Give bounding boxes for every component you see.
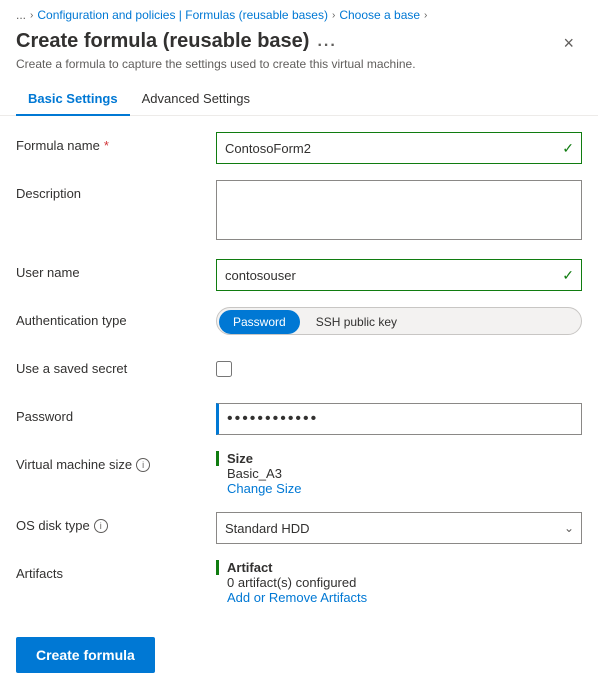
artifacts-block: Artifact 0 artifact(s) configured Add or…: [216, 560, 582, 605]
user-name-row: User name ✓: [16, 259, 582, 291]
breadcrumb-link-config[interactable]: Configuration and policies | Formulas (r…: [37, 8, 328, 22]
artifacts-row: Artifacts Artifact 0 artifact(s) configu…: [16, 560, 582, 605]
os-disk-type-control: Standard HDD Standard SSD Premium SSD ⌄: [216, 512, 582, 544]
breadcrumb-dots[interactable]: ...: [16, 8, 26, 22]
add-remove-artifacts-link[interactable]: Add or Remove Artifacts: [216, 590, 582, 605]
user-name-control: ✓: [216, 259, 582, 291]
saved-secret-row: Use a saved secret: [16, 355, 582, 387]
os-disk-type-row: OS disk type i Standard HDD Standard SSD…: [16, 512, 582, 544]
user-name-wrapper: ✓: [216, 259, 582, 291]
os-disk-info-icon[interactable]: i: [94, 519, 108, 533]
breadcrumb-chevron-1: ›: [30, 10, 33, 21]
formula-name-label: Formula name *: [16, 132, 216, 153]
os-disk-select-wrapper: Standard HDD Standard SSD Premium SSD ⌄: [216, 512, 582, 544]
formula-name-check-icon: ✓: [562, 140, 574, 157]
description-label: Description: [16, 180, 216, 201]
formula-name-input[interactable]: [216, 132, 582, 164]
form-body: Formula name * ✓ Description User name ✓: [0, 116, 598, 605]
auth-password-button[interactable]: Password: [219, 310, 300, 334]
password-control: [216, 403, 582, 435]
description-row: Description: [16, 180, 582, 243]
password-row: Password: [16, 403, 582, 435]
saved-secret-label: Use a saved secret: [16, 355, 216, 376]
panel-title-text: Create formula (reusable base): [16, 30, 309, 53]
user-name-input[interactable]: [216, 259, 582, 291]
vm-size-label: Virtual machine size i: [16, 451, 216, 472]
close-button[interactable]: ×: [555, 30, 582, 56]
breadcrumb-chevron-2: ›: [332, 10, 335, 21]
panel-title: Create formula (reusable base) ...: [16, 30, 555, 53]
tab-basic-settings[interactable]: Basic Settings: [16, 83, 130, 116]
change-size-link[interactable]: Change Size: [216, 481, 582, 496]
auth-type-toggle: Password SSH public key: [216, 307, 582, 335]
user-name-label: User name: [16, 259, 216, 280]
formula-name-row: Formula name * ✓: [16, 132, 582, 164]
footer: Create formula: [0, 621, 598, 689]
vm-size-block: Size Basic_A3 Change Size: [216, 451, 582, 496]
password-label: Password: [16, 403, 216, 424]
artifacts-label: Artifacts: [16, 560, 216, 581]
artifact-count: 0 artifact(s) configured: [216, 575, 582, 590]
description-input[interactable]: [216, 180, 582, 240]
saved-secret-control: [216, 355, 582, 380]
breadcrumb-link-choose[interactable]: Choose a base: [339, 8, 420, 22]
artifact-heading: Artifact: [216, 560, 582, 575]
vm-size-value: Basic_A3: [216, 466, 582, 481]
artifacts-control: Artifact 0 artifact(s) configured Add or…: [216, 560, 582, 605]
auth-type-control: Password SSH public key: [216, 307, 582, 335]
create-formula-button[interactable]: Create formula: [16, 637, 155, 673]
auth-type-row: Authentication type Password SSH public …: [16, 307, 582, 339]
auth-type-label: Authentication type: [16, 307, 216, 328]
panel-header: Create formula (reusable base) ... Creat…: [0, 26, 598, 71]
required-star: *: [104, 138, 109, 153]
vm-size-info-icon[interactable]: i: [136, 458, 150, 472]
vm-size-control: Size Basic_A3 Change Size: [216, 451, 582, 496]
auth-ssh-button[interactable]: SSH public key: [302, 308, 411, 335]
os-disk-type-label: OS disk type i: [16, 512, 216, 533]
user-name-check-icon: ✓: [562, 267, 574, 284]
description-control: [216, 180, 582, 243]
breadcrumb: ... › Configuration and policies | Formu…: [0, 0, 598, 26]
os-disk-type-select[interactable]: Standard HDD Standard SSD Premium SSD: [216, 512, 582, 544]
formula-name-wrapper: ✓: [216, 132, 582, 164]
panel-more-button[interactable]: ...: [317, 33, 336, 51]
tab-advanced-settings[interactable]: Advanced Settings: [130, 83, 262, 116]
formula-name-control: ✓: [216, 132, 582, 164]
breadcrumb-chevron-3: ›: [424, 10, 427, 21]
vm-size-heading: Size: [216, 451, 582, 466]
panel-title-block: Create formula (reusable base) ... Creat…: [16, 30, 555, 71]
panel-subtitle: Create a formula to capture the settings…: [16, 57, 555, 71]
tabs-container: Basic Settings Advanced Settings: [0, 71, 598, 116]
vm-size-row: Virtual machine size i Size Basic_A3 Cha…: [16, 451, 582, 496]
password-input[interactable]: [216, 403, 582, 435]
saved-secret-checkbox[interactable]: [216, 361, 232, 377]
